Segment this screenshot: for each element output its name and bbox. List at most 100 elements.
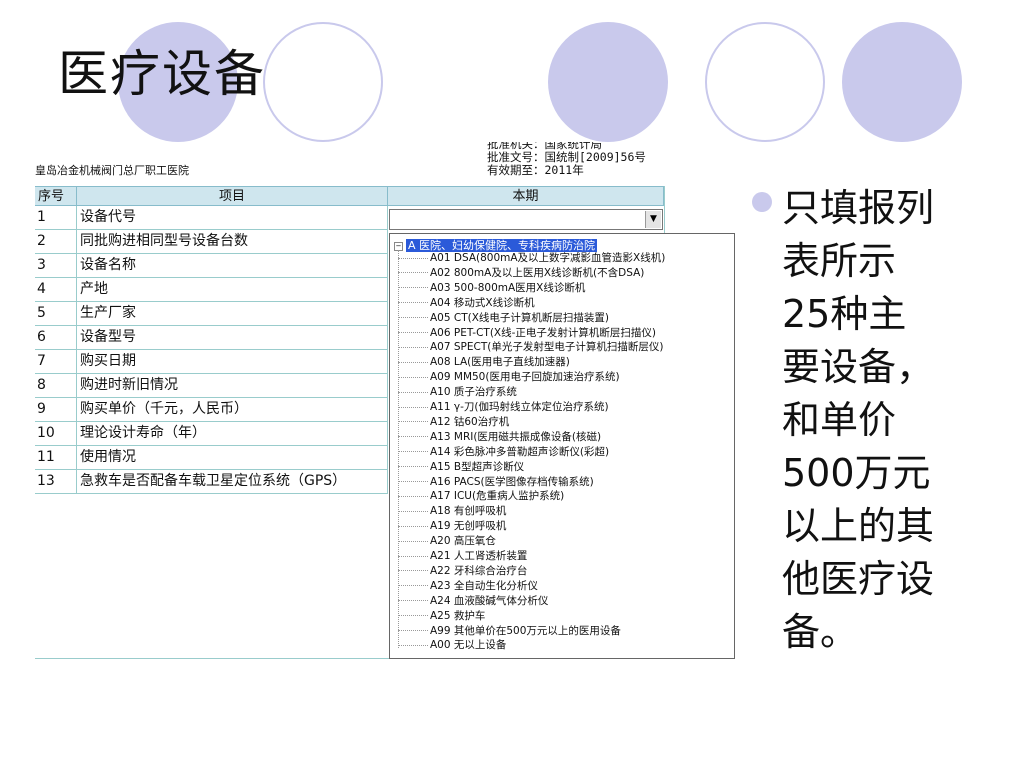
tree-item[interactable]: A17 ICU(危重病人监护系统): [398, 489, 564, 504]
row-item: 理论设计寿命（年）: [76, 422, 388, 446]
row-item: 设备名称: [76, 254, 388, 278]
row-seq: 4: [35, 278, 77, 302]
tree-item-label: A04 移动式X线诊断机: [430, 296, 535, 309]
tree-item[interactable]: A12 钴60治疗机: [398, 415, 509, 430]
note-line: 备。: [782, 610, 859, 654]
row-seq: 3: [35, 254, 77, 278]
unit-name: 皇岛冶金机械阀门总厂职工医院: [35, 164, 189, 177]
equipment-code-select[interactable]: ▼: [389, 209, 663, 230]
deco-circle-4: [705, 22, 825, 142]
header-period: 本期: [387, 186, 664, 206]
tree-item-label: A00 无以上设备: [430, 639, 507, 652]
tree-connector: [398, 570, 428, 572]
tree-connector: [398, 525, 428, 527]
tree-item-label: A08 LA(医用电子直线加速器): [430, 356, 570, 369]
tree-item[interactable]: A20 高压氧仓: [398, 534, 496, 549]
tree-item[interactable]: A25 救护车: [398, 609, 485, 624]
tree-item[interactable]: A07 SPECT(单光子发射型电子计算机扫描断层仪): [398, 340, 663, 355]
row-seq: 13: [35, 470, 77, 494]
row-item: 生产厂家: [76, 302, 388, 326]
row-item: 使用情况: [76, 446, 388, 470]
tree-item-label: A15 B型超声诊断仪: [430, 460, 525, 473]
tree-connector: [398, 257, 428, 259]
tree-item-label: A23 全自动生化分析仪: [430, 579, 538, 592]
tree-item-label: A16 PACS(医学图像存档传输系统): [430, 475, 594, 488]
tree-item[interactable]: A19 无创呼吸机: [398, 519, 506, 534]
tree-connector: [398, 346, 428, 348]
row-seq: 7: [35, 350, 77, 374]
tree-connector: [398, 317, 428, 319]
note-line: 以上的其: [782, 504, 935, 548]
tree-item[interactable]: A00 无以上设备: [398, 638, 506, 653]
tree-item[interactable]: A16 PACS(医学图像存档传输系统): [398, 475, 594, 490]
tree-item-label: A14 彩色脉冲多普勒超声诊断仪(彩超): [430, 445, 610, 458]
tree-item-label: A05 CT(X线电子计算机断层扫描装置): [430, 311, 610, 324]
row-item: 同批购进相同型号设备台数: [76, 230, 388, 254]
tree-item[interactable]: A14 彩色脉冲多普勒超声诊断仪(彩超): [398, 445, 609, 460]
form-screenshot: 批准机关：国家统计局 批准文号：国统制[2009]56号 有效期至：2011年 …: [35, 142, 740, 662]
tree-connector: [398, 510, 428, 512]
note-line: 和单价: [782, 398, 897, 442]
tree-item[interactable]: A09 MM50(医用电子回旋加速治疗系统): [398, 370, 620, 385]
tree-connector: [398, 466, 428, 468]
tree-connector: [398, 332, 428, 333]
tree-connector: [398, 376, 428, 378]
row-item: 购进时新旧情况: [76, 374, 388, 398]
tree-item-label: A19 无创呼吸机: [430, 520, 507, 533]
tree-item[interactable]: A99 其他单价在500万元以上的医用设备: [398, 624, 621, 639]
row-item: 产地: [76, 278, 388, 302]
tree-item[interactable]: A11 γ-刀(伽玛射线立体定位治疗系统): [398, 400, 609, 415]
bullet-icon: [752, 192, 772, 212]
tree-item[interactable]: A08 LA(医用电子直线加速器): [398, 355, 570, 370]
tree-item[interactable]: A13 MRI(医用磁共振成像设备(核磁): [398, 430, 601, 445]
row-seq: 11: [35, 446, 77, 470]
row-seq: 5: [35, 302, 77, 326]
tree-item[interactable]: A15 B型超声诊断仪: [398, 460, 524, 475]
tree-item[interactable]: A04 移动式X线诊断机: [398, 296, 535, 311]
tree-connector: [398, 361, 428, 363]
tree-item[interactable]: A24 血液酸碱气体分析仪: [398, 594, 548, 609]
tree-connector: [398, 555, 428, 557]
tree-connector: [398, 495, 428, 497]
note-line: 只填报列: [782, 186, 935, 230]
tree-item-label: A10 质子治疗系统: [430, 386, 517, 399]
tree-item[interactable]: A18 有创呼吸机: [398, 504, 506, 519]
tree-item-label: A02 800mA及以上医用X线诊断机(不含DSA): [430, 266, 645, 279]
tree-connector: [398, 644, 428, 646]
row-item: 急救车是否配备车载卫星定位系统（GPS）: [76, 470, 388, 494]
tree-connector: [398, 540, 428, 542]
tree-item[interactable]: A22 牙科综合治疗台: [398, 564, 527, 579]
tree-item[interactable]: A02 800mA及以上医用X线诊断机(不含DSA): [398, 266, 644, 281]
row-seq: 8: [35, 374, 77, 398]
tree-item[interactable]: A05 CT(X线电子计算机断层扫描装置): [398, 311, 609, 326]
note-line: 500万元: [782, 451, 931, 495]
tree-item[interactable]: A21 人工肾透析装置: [398, 549, 527, 564]
note-line: 25种主: [782, 292, 907, 336]
tree-item[interactable]: A01 DSA(800mA及以上数字减影血管造影X线机): [398, 251, 665, 266]
tree-item[interactable]: A03 500-800mA医用X线诊断机: [398, 281, 585, 296]
tree-item-label: A99 其他单价在500万元以上的医用设备: [430, 624, 621, 637]
deco-circle-2: [263, 22, 383, 142]
tree-item[interactable]: A06 PET-CT(X线-正电子发射计算机断层扫描仪): [398, 326, 656, 341]
header-item: 项目: [76, 186, 388, 206]
tree-root-node[interactable]: − A 医院、妇幼保健院、专科疾病防治院: [394, 237, 598, 252]
slide-title: 医疗设备: [58, 45, 266, 103]
tree-connector: [398, 451, 428, 453]
tree-connector: [398, 302, 428, 304]
tree-item[interactable]: A23 全自动生化分析仪: [398, 579, 538, 594]
tree-connector: [398, 615, 428, 617]
chevron-down-icon[interactable]: ▼: [645, 211, 661, 228]
tree-item-label: A09 MM50(医用电子回旋加速治疗系统): [430, 371, 620, 384]
note-line: 要设备，: [782, 345, 935, 389]
tree-item-label: A20 高压氧仓: [430, 535, 496, 548]
row-seq: 10: [35, 422, 77, 446]
approval-line: 有效期至：2011年: [487, 163, 584, 177]
tree-connector: [398, 585, 428, 587]
tree-item-label: A11 γ-刀(伽玛射线立体定位治疗系统): [430, 401, 609, 413]
equipment-code-dropdown[interactable]: − A 医院、妇幼保健院、专科疾病防治院 A01 DSA(800mA及以上数字减影…: [389, 233, 735, 659]
tree-item-label: A22 牙科综合治疗台: [430, 564, 528, 577]
tree-item[interactable]: A10 质子治疗系统: [398, 385, 517, 400]
tree-connector: [398, 600, 428, 602]
tree-item-label: A12 钴60治疗机: [430, 415, 510, 428]
row-item: 设备代号: [76, 206, 388, 230]
